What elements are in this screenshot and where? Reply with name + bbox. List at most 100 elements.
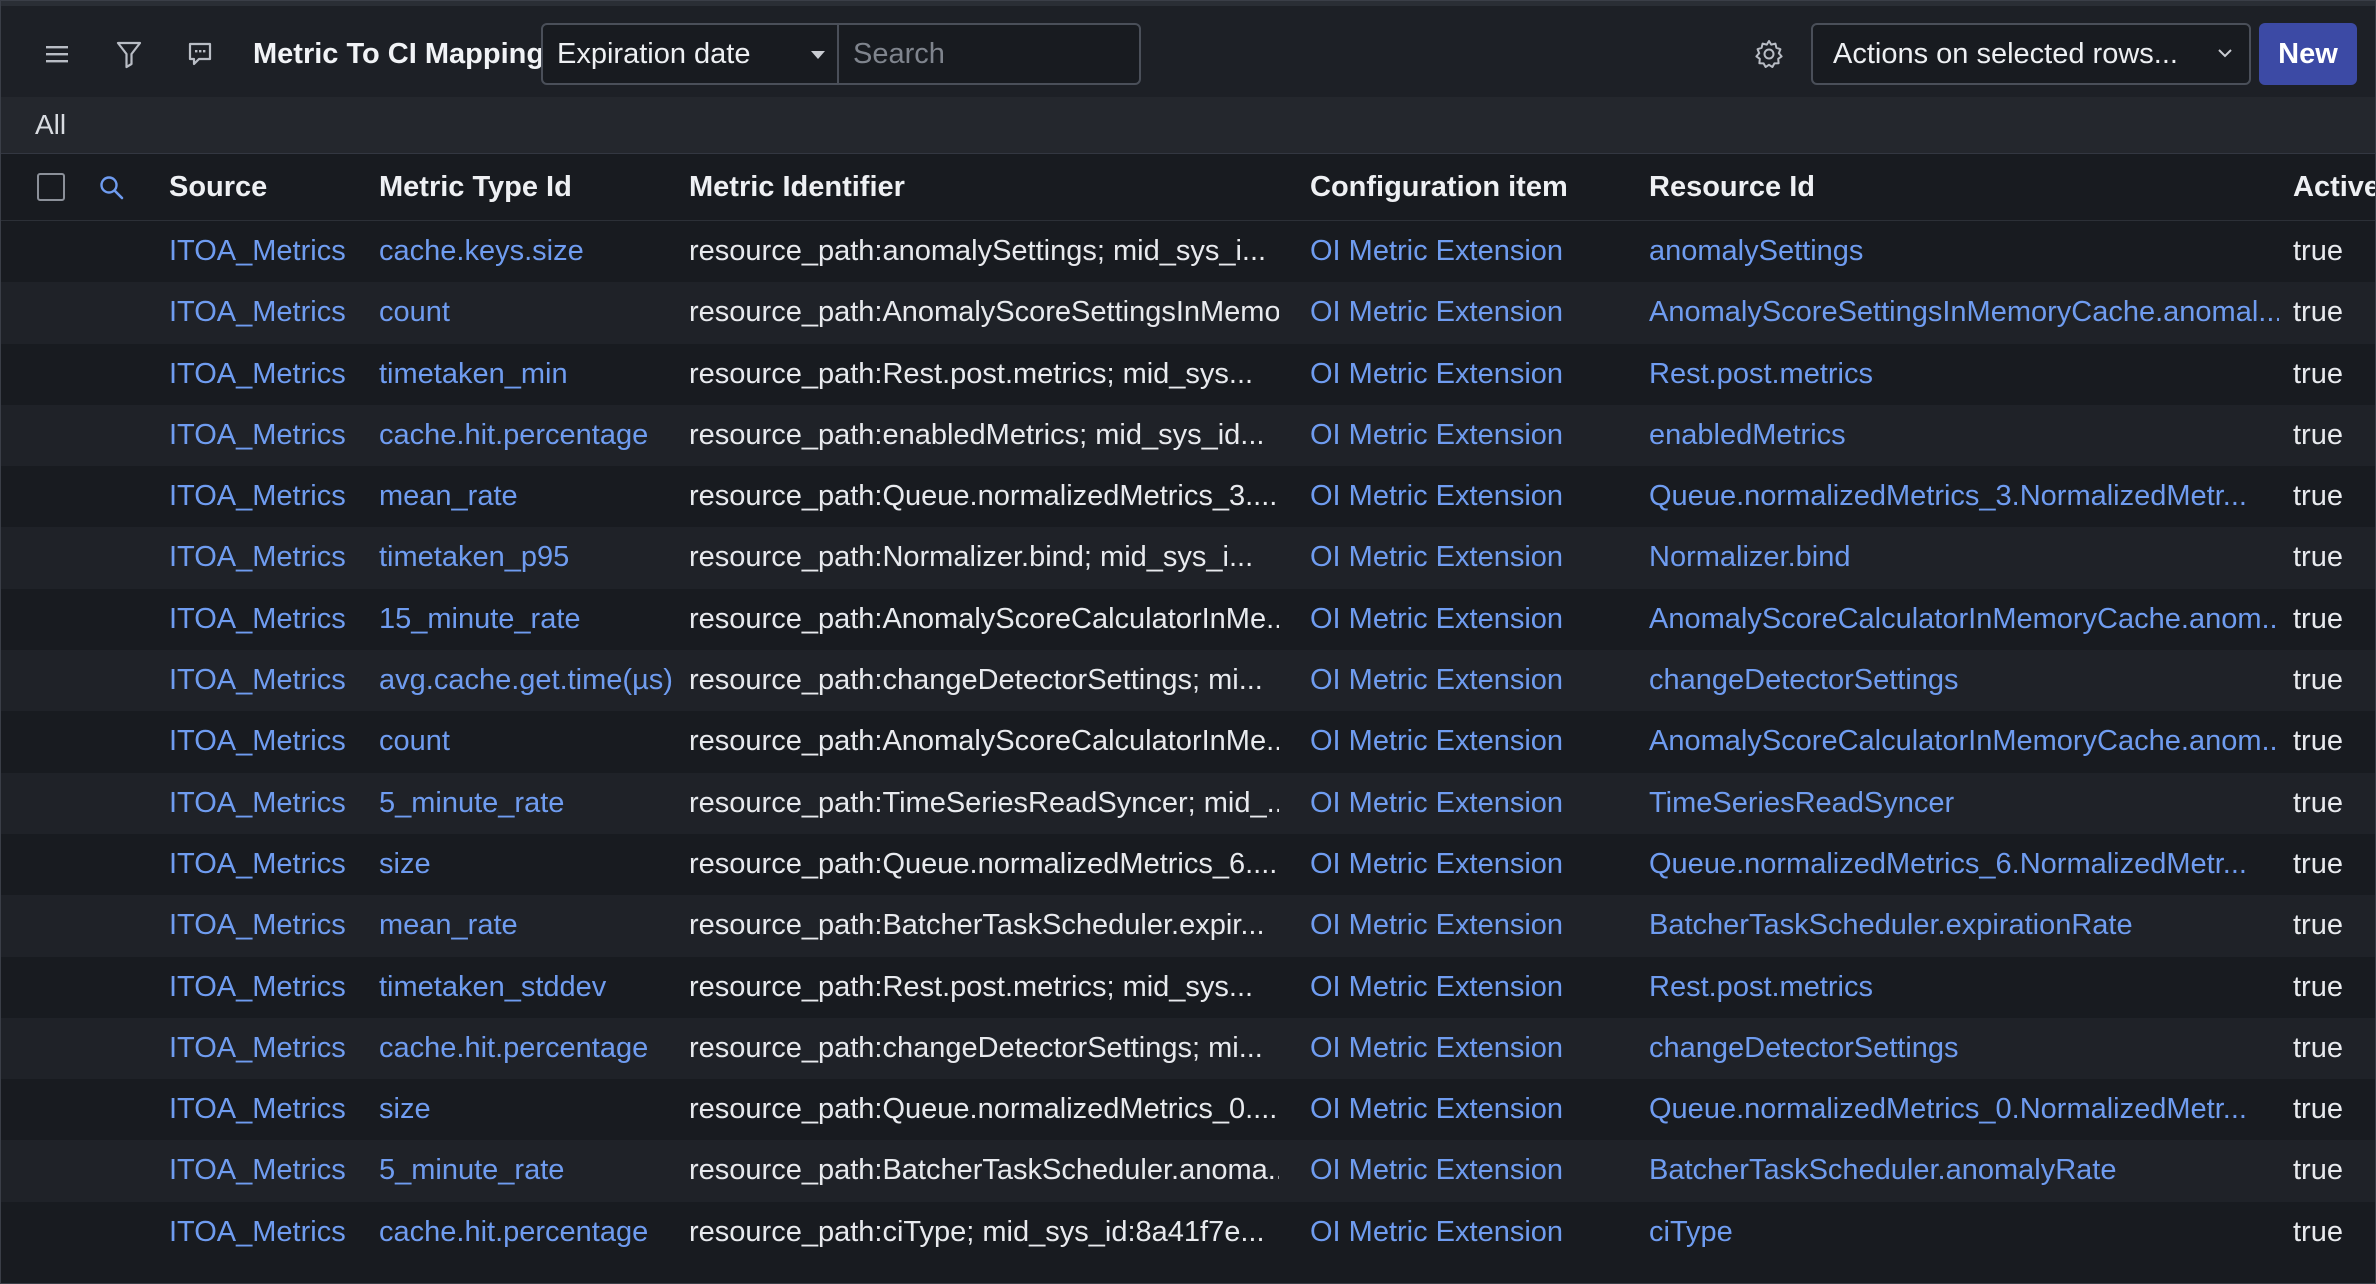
table-row[interactable]: ITOA_Metrics count resource_path:AnomalySc…: [1, 282, 2375, 344]
cell-resource-id[interactable]: anomalySettings: [1649, 221, 2279, 282]
search-input[interactable]: [839, 23, 1141, 85]
cell-resource-id[interactable]: Normalizer.bind: [1649, 527, 2279, 588]
cell-source[interactable]: ITOA_Metrics: [169, 773, 369, 834]
cell-resource-id[interactable]: enabledMetrics: [1649, 405, 2279, 466]
table-row[interactable]: ITOA_Metrics avg.cache.get.time(µs) resour…: [1, 650, 2375, 712]
cell-configuration-item[interactable]: OI Metric Extension: [1310, 957, 1640, 1018]
cell-source[interactable]: ITOA_Metrics: [169, 1140, 369, 1201]
cell-configuration-item[interactable]: OI Metric Extension: [1310, 711, 1640, 772]
select-all-checkbox[interactable]: [37, 173, 65, 201]
cell-resource-id[interactable]: Rest.post.metrics: [1649, 957, 2279, 1018]
cell-configuration-item[interactable]: OI Metric Extension: [1310, 1140, 1640, 1201]
cell-configuration-item[interactable]: OI Metric Extension: [1310, 466, 1640, 527]
table-row[interactable]: ITOA_Metrics mean_rate resource_path:Batch…: [1, 895, 2375, 957]
cell-source[interactable]: ITOA_Metrics: [169, 1079, 369, 1140]
cell-configuration-item[interactable]: OI Metric Extension: [1310, 589, 1640, 650]
cell-configuration-item[interactable]: OI Metric Extension: [1310, 1018, 1640, 1079]
table-row[interactable]: ITOA_Metrics 5_minute_rate resource_path:T…: [1, 772, 2375, 834]
cell-source[interactable]: ITOA_Metrics: [169, 1202, 369, 1263]
cell-configuration-item[interactable]: OI Metric Extension: [1310, 1202, 1640, 1263]
cell-source[interactable]: ITOA_Metrics: [169, 282, 369, 343]
table-row[interactable]: ITOA_Metrics 15_minute_rate resource_path:…: [1, 588, 2375, 651]
table-row[interactable]: ITOA_Metrics cache.hit.percentage resource…: [1, 1201, 2375, 1264]
field-select[interactable]: Expiration date: [541, 23, 839, 85]
cell-metric-type-id[interactable]: mean_rate: [379, 466, 679, 527]
filter-icon[interactable]: [109, 34, 149, 74]
cell-metric-type-id[interactable]: 5_minute_rate: [379, 773, 679, 834]
column-header-source[interactable]: Source: [169, 154, 267, 220]
cell-metric-type-id[interactable]: cache.hit.percentage: [379, 405, 679, 466]
cell-resource-id[interactable]: Rest.post.metrics: [1649, 344, 2279, 405]
cell-metric-type-id[interactable]: count: [379, 711, 679, 772]
table-row[interactable]: ITOA_Metrics cache.keys.size resource_path…: [1, 221, 2375, 283]
cell-source[interactable]: ITOA_Metrics: [169, 589, 369, 650]
table-row[interactable]: ITOA_Metrics timetaken_p95 resource_path:N…: [1, 527, 2375, 589]
column-header-metric-identifier[interactable]: Metric Identifier: [689, 154, 905, 220]
cell-configuration-item[interactable]: OI Metric Extension: [1310, 650, 1640, 711]
cell-resource-id[interactable]: Queue.normalizedMetrics_6.NormalizedMetr…: [1649, 834, 2279, 895]
cell-metric-type-id[interactable]: cache.hit.percentage: [379, 1202, 679, 1263]
cell-metric-type-id[interactable]: timetaken_p95: [379, 527, 679, 588]
column-header-configuration-item[interactable]: Configuration item: [1310, 154, 1568, 220]
cell-metric-type-id[interactable]: timetaken_stddev: [379, 957, 679, 1018]
cell-metric-type-id[interactable]: timetaken_min: [379, 344, 679, 405]
cell-resource-id[interactable]: AnomalyScoreCalculatorInMemoryCache.anom…: [1649, 711, 2279, 772]
new-button[interactable]: New: [2259, 23, 2357, 85]
table-row[interactable]: ITOA_Metrics size resource_path:Queue.norm…: [1, 1079, 2375, 1141]
cell-metric-type-id[interactable]: size: [379, 1079, 679, 1140]
cell-source[interactable]: ITOA_Metrics: [169, 466, 369, 527]
cell-configuration-item[interactable]: OI Metric Extension: [1310, 895, 1640, 956]
cell-resource-id[interactable]: Queue.normalizedMetrics_3.NormalizedMetr…: [1649, 466, 2279, 527]
table-row[interactable]: ITOA_Metrics count resource_path:AnomalySc…: [1, 711, 2375, 773]
cell-source[interactable]: ITOA_Metrics: [169, 834, 369, 895]
hamburger-menu-icon[interactable]: [37, 34, 77, 74]
cell-source[interactable]: ITOA_Metrics: [169, 344, 369, 405]
cell-resource-id[interactable]: TimeSeriesReadSyncer: [1649, 773, 2279, 834]
cell-metric-type-id[interactable]: 5_minute_rate: [379, 1140, 679, 1201]
cell-metric-type-id[interactable]: cache.keys.size: [379, 221, 679, 282]
cell-resource-id[interactable]: ciType: [1649, 1202, 2279, 1263]
cell-resource-id[interactable]: changeDetectorSettings: [1649, 1018, 2279, 1079]
cell-metric-type-id[interactable]: cache.hit.percentage: [379, 1018, 679, 1079]
cell-resource-id[interactable]: Queue.normalizedMetrics_0.NormalizedMetr…: [1649, 1079, 2279, 1140]
cell-source[interactable]: ITOA_Metrics: [169, 711, 369, 772]
table-row[interactable]: ITOA_Metrics 5_minute_rate resource_path:B…: [1, 1140, 2375, 1202]
table-row[interactable]: ITOA_Metrics cache.hit.percentage resource…: [1, 1017, 2375, 1080]
table-row[interactable]: ITOA_Metrics mean_rate resource_path:Queue…: [1, 466, 2375, 528]
table-row[interactable]: ITOA_Metrics timetaken_stddev resource_pat…: [1, 956, 2375, 1018]
cell-source[interactable]: ITOA_Metrics: [169, 650, 369, 711]
cell-resource-id[interactable]: AnomalyScoreSettingsInMemoryCache.anomal…: [1649, 282, 2279, 343]
gear-icon[interactable]: [1749, 34, 1789, 74]
cell-source[interactable]: ITOA_Metrics: [169, 405, 369, 466]
cell-configuration-item[interactable]: OI Metric Extension: [1310, 1079, 1640, 1140]
column-header-metric-type-id[interactable]: Metric Type Id: [379, 154, 572, 220]
cell-source[interactable]: ITOA_Metrics: [169, 527, 369, 588]
cell-configuration-item[interactable]: OI Metric Extension: [1310, 834, 1640, 895]
cell-metric-type-id[interactable]: count: [379, 282, 679, 343]
cell-resource-id[interactable]: BatcherTaskScheduler.expirationRate: [1649, 895, 2279, 956]
actions-select[interactable]: Actions on selected rows...: [1811, 23, 2251, 85]
column-header-resource-id[interactable]: Resource Id: [1649, 154, 1815, 220]
cell-configuration-item[interactable]: OI Metric Extension: [1310, 221, 1640, 282]
cell-resource-id[interactable]: AnomalyScoreCalculatorInMemoryCache.anom…: [1649, 589, 2279, 650]
column-search-icon[interactable]: [97, 173, 127, 203]
table-row[interactable]: ITOA_Metrics cache.hit.percentage resource…: [1, 404, 2375, 467]
breadcrumb-all[interactable]: All: [35, 107, 66, 143]
cell-resource-id[interactable]: BatcherTaskScheduler.anomalyRate: [1649, 1140, 2279, 1201]
cell-configuration-item[interactable]: OI Metric Extension: [1310, 282, 1640, 343]
cell-source[interactable]: ITOA_Metrics: [169, 957, 369, 1018]
column-header-active[interactable]: Active: [2293, 154, 2375, 220]
cell-configuration-item[interactable]: OI Metric Extension: [1310, 344, 1640, 405]
cell-source[interactable]: ITOA_Metrics: [169, 221, 369, 282]
cell-metric-type-id[interactable]: size: [379, 834, 679, 895]
cell-metric-type-id[interactable]: 15_minute_rate: [379, 589, 679, 650]
cell-configuration-item[interactable]: OI Metric Extension: [1310, 405, 1640, 466]
cell-source[interactable]: ITOA_Metrics: [169, 1018, 369, 1079]
cell-metric-type-id[interactable]: mean_rate: [379, 895, 679, 956]
cell-configuration-item[interactable]: OI Metric Extension: [1310, 527, 1640, 588]
chat-bubble-icon[interactable]: [180, 34, 220, 74]
table-row[interactable]: ITOA_Metrics size resource_path:Queue.norm…: [1, 833, 2375, 896]
cell-configuration-item[interactable]: OI Metric Extension: [1310, 773, 1640, 834]
table-row[interactable]: ITOA_Metrics timetaken_min resource_path:R…: [1, 343, 2375, 405]
cell-source[interactable]: ITOA_Metrics: [169, 895, 369, 956]
